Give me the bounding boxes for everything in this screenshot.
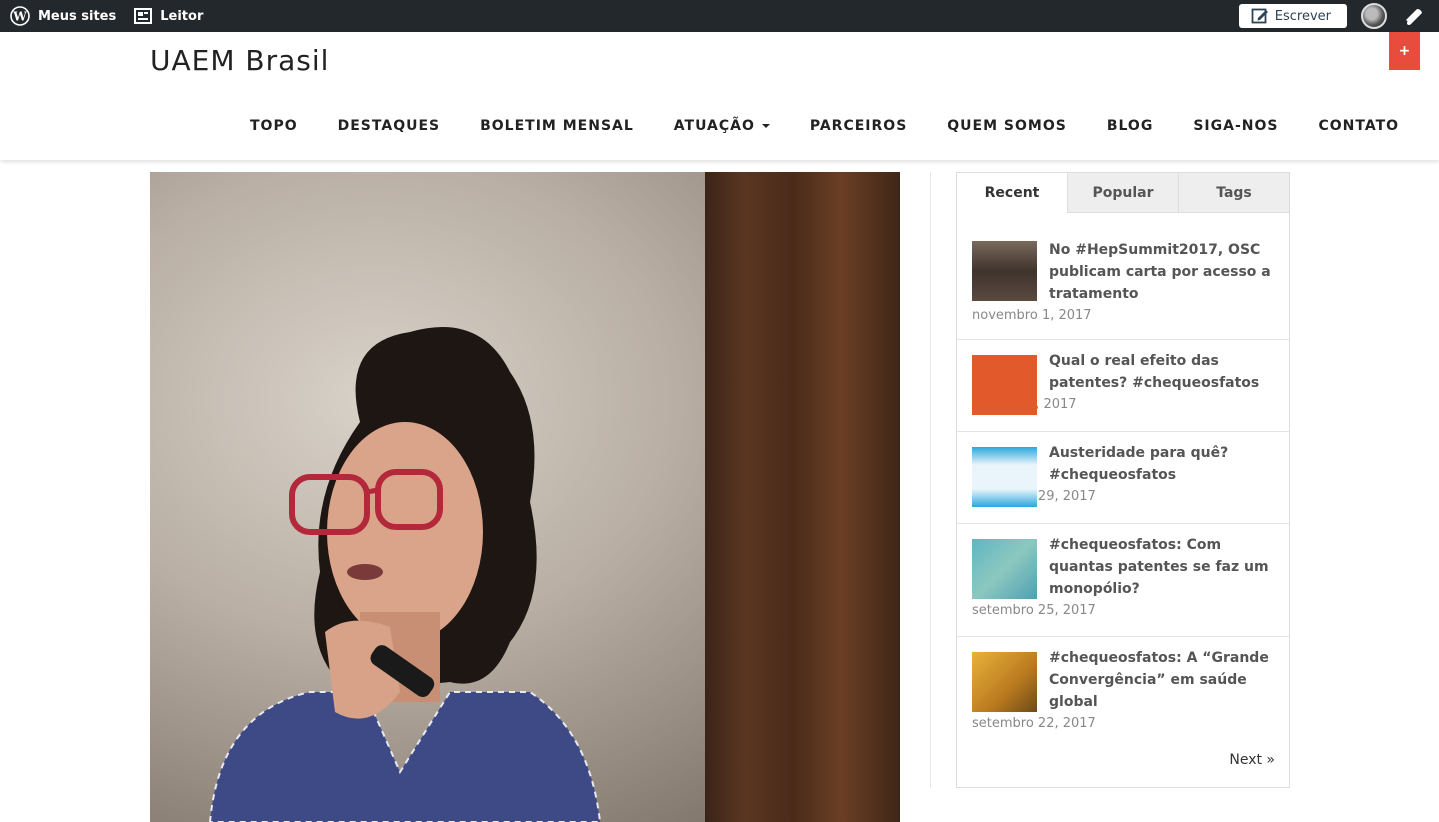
post-title[interactable]: Austeridade para quê? #chequeosfatos [1049, 432, 1275, 486]
nav-item-contato[interactable]: CONTATO [1318, 118, 1399, 134]
tabbed-widget: Recent Popular Tags No #HepSummit2017, O… [956, 172, 1290, 788]
write-icon [1251, 7, 1269, 25]
nav-label: SIGA-NOS [1193, 118, 1279, 134]
plus-button[interactable]: + [1389, 32, 1420, 70]
nav-label: BLOG [1106, 118, 1154, 134]
post-thumbnail[interactable] [972, 241, 1037, 301]
nav-item-quem-somos[interactable]: QUEM SOMOS [947, 118, 1067, 134]
nav-item-blog[interactable]: BLOG [1107, 118, 1154, 134]
admin-bar: W Meus sites Leitor Escrever [0, 0, 1439, 32]
avatar[interactable] [1361, 3, 1387, 29]
post-thumbnail[interactable] [972, 539, 1037, 599]
tab-recent[interactable]: Recent [957, 173, 1067, 213]
list-item[interactable]: #chequeosfatos: A “Grande Convergência” … [957, 637, 1289, 749]
post-thumbnail[interactable] [972, 652, 1037, 712]
post-date: novembro 1, 2017 [972, 308, 1092, 323]
post-date: setembro 22, 2017 [972, 716, 1096, 731]
post-thumbnail[interactable] [972, 355, 1037, 415]
main-navigation: TOPO DESTAQUES BOLETIM MENSAL ATUAÇÃO PA… [250, 118, 1439, 134]
nav-label: PARCEIROS [809, 118, 908, 134]
svg-text:W: W [12, 10, 27, 24]
nav-label: DESTAQUES [337, 118, 441, 134]
nav-label: QUEM SOMOS [947, 118, 1067, 134]
my-sites-label: Meus sites [38, 8, 117, 24]
notifications-icon[interactable] [1403, 6, 1425, 26]
post-date: setembro 25, 2017 [972, 603, 1096, 618]
sidebar-divider [930, 172, 931, 788]
post-title[interactable]: #chequeosfatos: A “Grande Convergência” … [1049, 637, 1275, 713]
list-item[interactable]: Austeridade para quê? #chequeosfatos set… [957, 432, 1289, 524]
nav-label: TOPO [250, 118, 298, 134]
nav-item-topo[interactable]: TOPO [250, 118, 298, 134]
tab-tags[interactable]: Tags [1178, 173, 1289, 213]
site-header: UAEM Brasil TOPO DESTAQUES BOLETIM MENSA… [0, 32, 1439, 160]
my-sites-button[interactable]: W Meus sites [10, 0, 116, 32]
widget-tabs: Recent Popular Tags [957, 173, 1289, 213]
reader-button[interactable]: Leitor [134, 0, 203, 32]
speaker-photo [208, 327, 602, 822]
write-button[interactable]: Escrever [1238, 4, 1347, 28]
featured-image [150, 172, 900, 822]
reader-icon [134, 8, 153, 24]
post-title[interactable]: Qual o real efeito das patentes? #cheque… [1049, 340, 1275, 394]
list-item[interactable]: #chequeosfatos: Com quantas patentes se … [957, 524, 1289, 637]
list-item[interactable]: No #HepSummit2017, OSC publicam carta po… [957, 213, 1289, 340]
tab-popular[interactable]: Popular [1067, 173, 1178, 213]
nav-item-atuacao[interactable]: ATUAÇÃO [674, 118, 770, 134]
nav-item-parceiros[interactable]: PARCEIROS [810, 118, 907, 134]
nav-item-siga-nos[interactable]: SIGA-NOS [1193, 118, 1278, 134]
caret-down-icon [761, 124, 770, 128]
next-link[interactable]: Next » [1229, 752, 1275, 768]
nav-label: CONTATO [1318, 118, 1400, 134]
nav-label: BOLETIM MENSAL [480, 118, 634, 134]
list-item[interactable]: Qual o real efeito das patentes? #cheque… [957, 340, 1289, 432]
post-title[interactable]: #chequeosfatos: Com quantas patentes se … [1049, 524, 1275, 600]
write-label: Escrever [1274, 8, 1331, 24]
site-title[interactable]: UAEM Brasil [150, 44, 329, 77]
reader-label: Leitor [160, 8, 204, 24]
post-title[interactable]: No #HepSummit2017, OSC publicam carta po… [1049, 213, 1275, 305]
nav-label: ATUAÇÃO [673, 118, 755, 134]
nav-item-destaques[interactable]: DESTAQUES [338, 118, 440, 134]
wordpress-icon: W [10, 6, 30, 26]
post-thumbnail[interactable] [972, 447, 1037, 507]
nav-item-boletim-mensal[interactable]: BOLETIM MENSAL [480, 118, 634, 134]
